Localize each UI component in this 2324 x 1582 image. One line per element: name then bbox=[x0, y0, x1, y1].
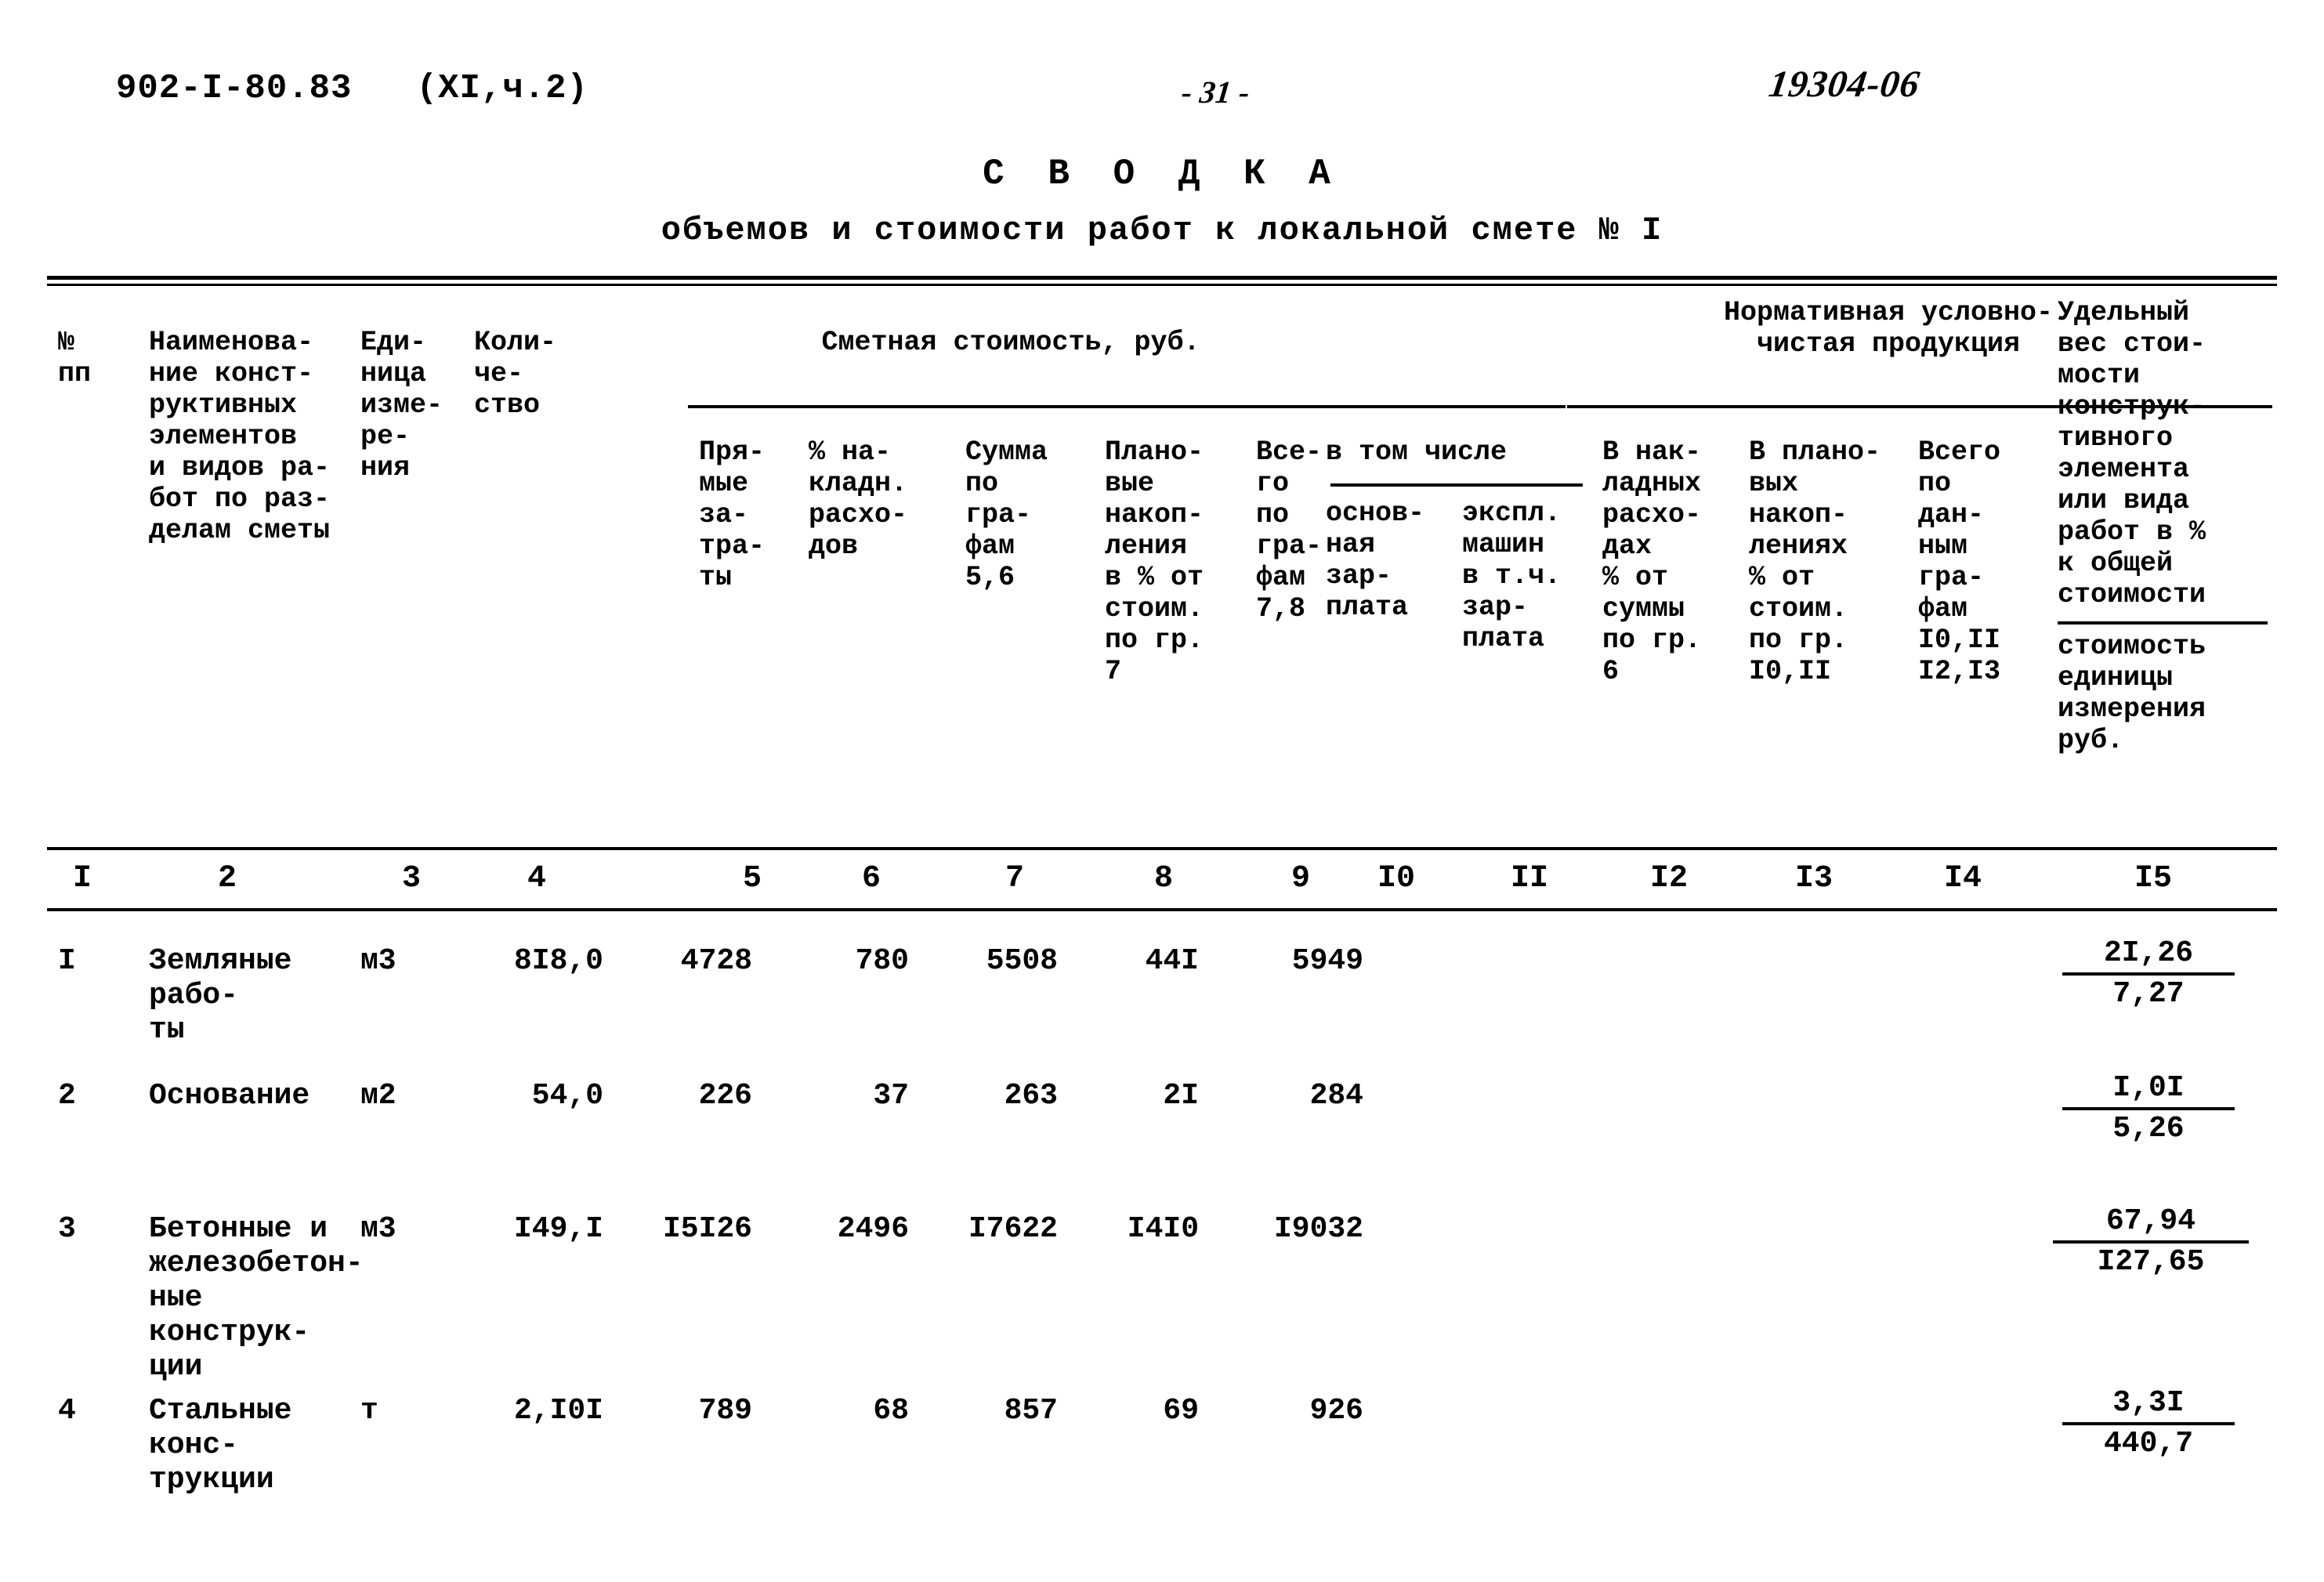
row-2-col-6: 37 bbox=[873, 1079, 909, 1113]
col-head-basic-wage: основ- ная зар- плата bbox=[1326, 498, 1425, 623]
row-4-col-2: Стальные конс- трукции bbox=[149, 1394, 292, 1497]
row-2-col-4: 54,0 bbox=[531, 1079, 603, 1113]
row-4-col-15: 3,3I 440,7 bbox=[2062, 1386, 2235, 1461]
row-3-col-5: I5I26 bbox=[662, 1212, 752, 1246]
table-header: Сметная стоимость, руб. Нормативная усло… bbox=[47, 286, 2277, 847]
col-num-15: I5 bbox=[2134, 861, 2172, 896]
col-head-machine-operation: экспл. машин в т.ч. зар- плата bbox=[1462, 498, 1562, 654]
page-number: - 31 - bbox=[1179, 74, 1252, 110]
table-top-rule bbox=[47, 276, 2277, 286]
column-number-row: I 2 3 4 5 6 7 8 9 I0 II I2 I3 I4 I5 bbox=[47, 850, 2277, 908]
col-head-planned-savings: Плано- вые накоп- ления в % от стоим. по… bbox=[1105, 436, 1204, 687]
row-3-col-7: I7622 bbox=[968, 1212, 1058, 1246]
table-body: I Земляные рабо- ты м3 8I8,0 4728 780 55… bbox=[47, 916, 2277, 1497]
page-title-block: С В О Д К А объемов и стоимости работ к … bbox=[0, 154, 2324, 249]
col-head-number: № пп bbox=[58, 327, 92, 389]
row-4-col-15-denominator: 440,7 bbox=[2103, 1427, 2194, 1461]
column-number-bottom-rule bbox=[47, 908, 2277, 911]
handwritten-archive-code: 19304-06 bbox=[1766, 63, 1923, 105]
row-2-col-9: 284 bbox=[1309, 1079, 1363, 1113]
row-1-col-3: м3 bbox=[360, 944, 396, 978]
spanner-estimate-cost-rule bbox=[688, 405, 1566, 408]
row-2-col-7: 263 bbox=[1004, 1079, 1058, 1113]
col-num-4: 4 bbox=[527, 861, 546, 896]
col-head-sum-5-6: Сумма по гра- фам 5,6 bbox=[965, 436, 1048, 593]
row-3-col-6: 2496 bbox=[837, 1212, 909, 1246]
row-1-col-8: 44I bbox=[1145, 944, 1199, 978]
col-num-12: I2 bbox=[1649, 861, 1688, 896]
row-1-col-7: 5508 bbox=[986, 944, 1058, 978]
row-2-col-8: 2I bbox=[1163, 1079, 1199, 1113]
row-2-col-15-denominator: 5,26 bbox=[2112, 1112, 2185, 1146]
col-head-unit: Еди- ница изме- ре- ния bbox=[360, 327, 443, 483]
row-1-col-1: I bbox=[58, 944, 76, 978]
row-1-col-15-denominator: 7,27 bbox=[2112, 977, 2185, 1011]
row-1-col-9: 5949 bbox=[1291, 944, 1363, 978]
col-head-share-bottom: стоимость единицы измерения руб. bbox=[2058, 631, 2206, 756]
col-num-5: 5 bbox=[742, 861, 762, 896]
row-1-col-15-numerator: 2I,26 bbox=[2062, 936, 2235, 976]
page-subtitle: объемов и стоимости работ к локальной см… bbox=[661, 212, 1663, 249]
page-title: С В О Д К А bbox=[983, 154, 1341, 194]
row-4-col-1: 4 bbox=[58, 1394, 76, 1428]
col-head-overhead-pct: % на- кладн. расхо- дов bbox=[809, 436, 908, 562]
col-head-share-top: Удельный вес стои- мости конструк- тивно… bbox=[2058, 297, 2206, 610]
col-head-direct-costs: Пря- мые за- тра- ты bbox=[699, 436, 766, 593]
row-4-col-4: 2,I0I bbox=[513, 1394, 603, 1428]
col-num-11: II bbox=[1510, 861, 1548, 896]
row-3-col-1: 3 bbox=[58, 1212, 76, 1246]
row-2-col-5: 226 bbox=[698, 1079, 752, 1113]
row-4-col-9: 926 bbox=[1309, 1394, 1363, 1428]
row-3-col-8: I4I0 bbox=[1127, 1212, 1199, 1246]
col-num-6: 6 bbox=[861, 861, 881, 896]
row-2-col-2: Основание bbox=[149, 1079, 310, 1113]
row-3-col-15-denominator: I27,65 bbox=[2097, 1245, 2205, 1279]
row-3-col-15: 67,94 I27,65 bbox=[2053, 1204, 2249, 1280]
spanner-estimate-cost: Сметная стоимость, руб. bbox=[821, 327, 1200, 358]
row-1-col-6: 780 bbox=[855, 944, 909, 978]
col-num-14: I4 bbox=[1943, 861, 1982, 896]
row-3-col-3: м3 bbox=[360, 1212, 396, 1246]
col-num-8: 8 bbox=[1153, 861, 1173, 896]
row-1-col-15: 2I,26 7,27 bbox=[2062, 936, 2235, 1012]
col-num-1: I bbox=[72, 861, 92, 896]
row-4-col-8: 69 bbox=[1163, 1394, 1199, 1428]
row-1-col-4: 8I8,0 bbox=[513, 944, 603, 978]
row-4-col-15-numerator: 3,3I bbox=[2062, 1386, 2235, 1425]
row-3-col-15-numerator: 67,94 bbox=[2053, 1204, 2249, 1244]
col-head-quantity: Коли- че- ство bbox=[474, 327, 557, 421]
col-num-7: 7 bbox=[1005, 861, 1024, 896]
row-3-col-2: Бетонные и железобетон- ные конструк- ци… bbox=[149, 1212, 364, 1384]
row-2-col-1: 2 bbox=[58, 1079, 76, 1113]
col-num-13: I3 bbox=[1794, 861, 1833, 896]
document-header: 902-I-80.83 (XI,ч.2) - 31 - 19304-06 bbox=[0, 63, 2324, 124]
col-num-10: I0 bbox=[1377, 861, 1415, 896]
col-head-name: Наименова- ние конст- руктивных элементо… bbox=[149, 327, 331, 546]
row-3-col-4: I49,I bbox=[513, 1212, 603, 1246]
row-3-col-9: I9032 bbox=[1273, 1212, 1363, 1246]
document-code: 902-I-80.83 (XI,ч.2) bbox=[116, 69, 588, 108]
row-4-col-7: 857 bbox=[1004, 1394, 1058, 1428]
row-1-col-5: 4728 bbox=[680, 944, 752, 978]
row-2-col-3: м2 bbox=[360, 1079, 396, 1113]
row-1-col-2: Земляные рабо- ты bbox=[149, 944, 292, 1047]
row-4-col-6: 68 bbox=[873, 1394, 909, 1428]
row-2-col-15: I,0I 5,26 bbox=[2062, 1071, 2235, 1146]
row-4-col-5: 789 bbox=[698, 1394, 752, 1428]
col-head-in-planned-savings: В плано- вых накоп- лениях % от стоим. п… bbox=[1749, 436, 1881, 687]
summary-table: Сметная стоимость, руб. Нормативная усло… bbox=[47, 276, 2277, 1497]
col-num-2: 2 bbox=[217, 861, 237, 896]
col-head-share-rule bbox=[2058, 621, 2268, 624]
row-2-col-15-numerator: I,0I bbox=[2062, 1071, 2235, 1110]
row-4-col-3: т bbox=[360, 1394, 378, 1428]
col-head-grand-total: Всего по дан- ным гра- фам I0,II I2,I3 bbox=[1918, 436, 2001, 687]
col-num-3: 3 bbox=[401, 861, 421, 896]
col-head-in-overhead: В нак- ладных расхо- дах % от суммы по г… bbox=[1602, 436, 1702, 687]
